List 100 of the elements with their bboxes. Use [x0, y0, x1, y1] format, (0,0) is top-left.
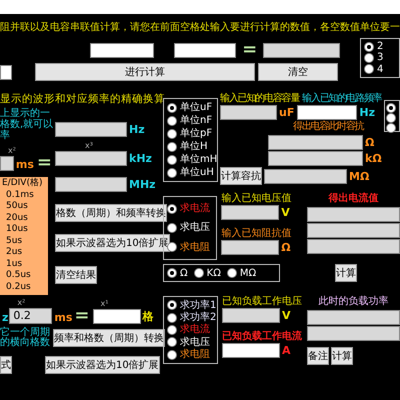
input-field[interactable]	[55, 177, 127, 192]
convert-button[interactable]: 频率和格数（周期）转换	[53, 329, 165, 347]
input-field[interactable]	[55, 151, 127, 166]
radio-button[interactable]	[167, 102, 177, 112]
list-item[interactable]: 0.1ms	[2, 190, 48, 201]
input-field[interactable]	[263, 42, 340, 58]
radio-button[interactable]	[386, 123, 396, 133]
calculate-button[interactable]: 进行计算	[35, 63, 255, 81]
clear-results-button[interactable]: 清空结果	[55, 266, 97, 284]
option-label: 求电压	[180, 336, 210, 348]
calculate-button[interactable]: 计算	[331, 347, 353, 365]
radio-button[interactable]	[364, 52, 374, 63]
clear-button[interactable]: 清空	[258, 63, 338, 81]
option-label: 求电阻	[180, 242, 210, 253]
input-field[interactable]	[268, 135, 363, 150]
radio-button[interactable]	[364, 64, 374, 74]
equals-sign: =	[74, 305, 90, 326]
input-field[interactable]	[264, 168, 347, 184]
input-field[interactable]	[297, 105, 358, 120]
list-item[interactable]: 0.2us	[2, 282, 48, 293]
unit-label: V	[281, 206, 290, 219]
option-label: 求功率2	[180, 312, 216, 324]
field-label: 得出电容此时容抗	[293, 121, 364, 132]
input-field[interactable]	[90, 42, 154, 58]
radio-button[interactable]	[167, 128, 177, 138]
option-label: 求功率1	[180, 300, 216, 311]
unit-label: Ω	[365, 136, 374, 149]
calculate-button[interactable]: 计算	[335, 264, 357, 282]
exponent-label: x³	[85, 141, 93, 150]
option-label: 单位H	[180, 141, 208, 152]
radio-button[interactable]	[167, 300, 177, 310]
exponent-label: x¹	[100, 299, 108, 308]
unit-label: V	[282, 309, 291, 322]
input-field[interactable]: 0.2	[9, 308, 52, 324]
input-field[interactable]	[0, 64, 12, 80]
radio-button[interactable]	[167, 154, 177, 164]
unit-label: ms	[16, 158, 34, 171]
list-item[interactable]: 2us	[2, 247, 48, 258]
input-field[interactable]	[307, 326, 400, 341]
unit-label: Ω	[281, 241, 291, 254]
radio-button[interactable]	[364, 42, 374, 52]
input-field[interactable]	[307, 223, 400, 238]
radio-button[interactable]	[386, 113, 396, 123]
unit-label: Hz	[359, 106, 375, 119]
equals-sign: =	[36, 152, 52, 173]
input-field[interactable]	[307, 239, 400, 254]
radio-button[interactable]	[167, 242, 177, 252]
radio-button[interactable]	[386, 103, 396, 113]
radio-button[interactable]	[167, 268, 177, 278]
list-item[interactable]: 10us	[2, 224, 48, 236]
option-label: KΩ	[206, 268, 221, 278]
radio-button[interactable]	[167, 204, 177, 214]
list-item[interactable]: 1us	[2, 258, 48, 270]
field-label: 已知负载工作电流	[222, 331, 302, 342]
input-field[interactable]	[92, 309, 141, 324]
option-label: 求电压	[180, 222, 210, 234]
unit-label: ms	[54, 311, 72, 324]
option-label: 4	[377, 64, 384, 75]
field-label: 输入已知电压值	[221, 193, 292, 205]
list-item[interactable]: 50us	[2, 201, 48, 212]
input-field[interactable]	[307, 310, 400, 325]
unit-label: Hz	[129, 123, 145, 136]
radio-button[interactable]	[226, 268, 237, 278]
radio-button[interactable]	[167, 324, 177, 335]
input-field[interactable]	[221, 205, 280, 220]
input-field[interactable]	[0, 156, 14, 171]
radio-button[interactable]	[194, 268, 204, 278]
unit-label: MHz	[129, 178, 156, 191]
calculate-reactance-button[interactable]: 计算容抗	[220, 167, 262, 185]
radio-button[interactable]	[167, 350, 177, 360]
note-text: 格数,就可以	[0, 119, 52, 130]
expand-button[interactable]: 如果示波器选为10倍扩展	[45, 356, 160, 374]
equals-sign: =	[242, 38, 258, 60]
field-label: 输入已知的电容容量	[220, 93, 300, 105]
formula-button[interactable]: 式	[0, 356, 12, 374]
radio-button[interactable]	[167, 222, 177, 233]
radio-button[interactable]	[167, 142, 177, 152]
list-header: E/DIV(格)	[2, 178, 44, 190]
radio-button[interactable]	[167, 116, 177, 126]
option-label: 求电流	[180, 324, 210, 336]
input-field[interactable]	[174, 42, 236, 58]
list-item[interactable]: 20us	[2, 212, 48, 224]
input-field[interactable]	[55, 122, 127, 137]
input-field[interactable]	[268, 151, 363, 166]
field-label: 已知负载工作电压	[222, 296, 303, 308]
input-field[interactable]	[222, 343, 280, 358]
option-label: 单位nF	[180, 115, 212, 126]
radio-button[interactable]	[167, 168, 177, 178]
list-item[interactable]: 5us	[2, 236, 48, 247]
field-label: 输入已知的电路频率	[302, 93, 382, 104]
input-field[interactable]	[221, 240, 280, 255]
input-field[interactable]	[220, 105, 277, 120]
note-button[interactable]: 备注	[307, 347, 329, 365]
input-field[interactable]	[307, 207, 400, 222]
radio-button[interactable]	[167, 312, 177, 323]
list-item[interactable]: 0.5us	[2, 270, 48, 282]
option-label: Ω	[180, 268, 188, 278]
radio-button[interactable]	[167, 337, 177, 348]
unit-label: kHz	[129, 152, 152, 165]
input-field[interactable]	[222, 308, 280, 323]
